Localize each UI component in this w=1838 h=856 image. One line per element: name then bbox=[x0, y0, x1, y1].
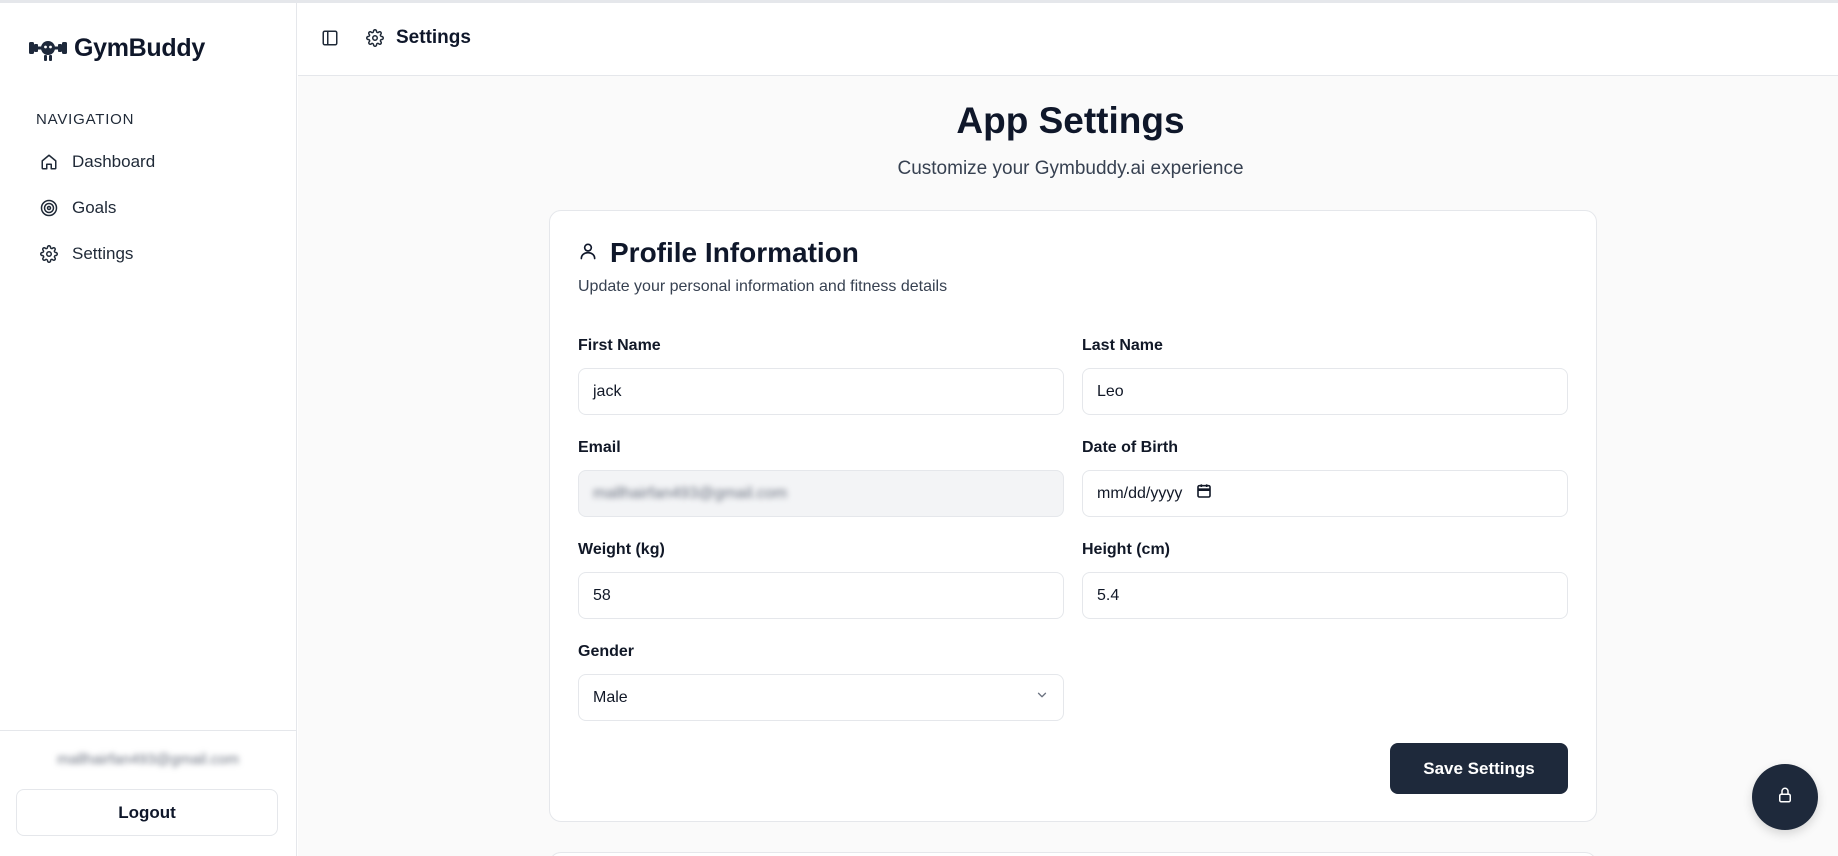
sidebar: GymBuddy NAVIGATION Dashboard Goals Sett… bbox=[0, 3, 297, 856]
lock-fab-button[interactable] bbox=[1752, 764, 1818, 830]
card-title: Profile Information bbox=[610, 237, 859, 268]
gear-icon bbox=[366, 29, 384, 52]
gender-select[interactable]: Male bbox=[578, 674, 1064, 721]
sidebar-item-label: Settings bbox=[72, 244, 134, 263]
main-content: App Settings Customize your Gymbuddy.ai … bbox=[298, 76, 1838, 856]
home-icon bbox=[40, 153, 58, 171]
page-title: App Settings bbox=[956, 100, 1185, 141]
gender-label: Gender bbox=[578, 643, 635, 660]
first-name-input[interactable]: jack bbox=[578, 368, 1064, 415]
nav-section-title: NAVIGATION bbox=[36, 111, 135, 128]
card-description: Update your personal information and fit… bbox=[578, 278, 948, 295]
date-of-birth-input[interactable]: mm/dd/yyyy bbox=[1082, 470, 1568, 517]
target-icon bbox=[40, 199, 58, 217]
user-email: mallhairfan493@gmail.com bbox=[57, 751, 239, 768]
page-subtitle: Customize your Gymbuddy.ai experience bbox=[897, 158, 1244, 179]
weight-label: Weight (kg) bbox=[578, 541, 665, 558]
profile-card: Profile Information Update your personal… bbox=[549, 210, 1597, 822]
brand[interactable]: GymBuddy bbox=[28, 31, 205, 65]
sidebar-item-settings[interactable]: Settings bbox=[20, 231, 277, 277]
dob-placeholder: mm/dd/yyyy bbox=[1097, 484, 1183, 502]
height-value: 5.4 bbox=[1097, 586, 1120, 604]
sidebar-item-dashboard[interactable]: Dashboard bbox=[20, 139, 277, 185]
dob-label: Date of Birth bbox=[1082, 439, 1178, 456]
calendar-icon[interactable] bbox=[1196, 483, 1212, 504]
top-header: Settings bbox=[298, 3, 1838, 76]
height-input[interactable]: 5.4 bbox=[1082, 572, 1568, 619]
email-field: mallhairfan493@gmail.com bbox=[578, 470, 1064, 517]
chevron-down-icon bbox=[1035, 688, 1049, 707]
last-name-input[interactable]: Leo bbox=[1082, 368, 1568, 415]
last-name-value: Leo bbox=[1097, 382, 1124, 400]
sidebar-item-goals[interactable]: Goals bbox=[20, 185, 277, 231]
lock-icon bbox=[1776, 785, 1794, 810]
gear-icon bbox=[40, 245, 58, 263]
dumbbell-logo-icon bbox=[28, 33, 68, 63]
height-label: Height (cm) bbox=[1082, 541, 1170, 558]
sidebar-toggle-icon[interactable] bbox=[321, 29, 339, 52]
first-name-label: First Name bbox=[578, 337, 661, 354]
brand-name: GymBuddy bbox=[74, 33, 205, 62]
email-value: mallhairfan493@gmail.com bbox=[593, 484, 788, 502]
first-name-value: jack bbox=[593, 382, 622, 400]
sidebar-item-label: Goals bbox=[72, 198, 117, 217]
weight-input[interactable]: 58 bbox=[578, 572, 1064, 619]
weight-value: 58 bbox=[593, 586, 611, 604]
gender-value: Male bbox=[593, 688, 628, 706]
sidebar-nav: Dashboard Goals Settings bbox=[20, 139, 277, 277]
card-header: Profile Information bbox=[578, 237, 859, 269]
last-name-label: Last Name bbox=[1082, 337, 1163, 354]
next-card bbox=[549, 852, 1597, 856]
header-title: Settings bbox=[396, 27, 471, 48]
email-label: Email bbox=[578, 439, 621, 456]
sidebar-item-label: Dashboard bbox=[72, 152, 156, 171]
logout-button[interactable]: Logout bbox=[16, 789, 278, 836]
user-icon bbox=[578, 240, 598, 267]
sidebar-footer: mallhairfan493@gmail.com Logout bbox=[0, 730, 296, 856]
save-settings-button[interactable]: Save Settings bbox=[1390, 743, 1568, 794]
